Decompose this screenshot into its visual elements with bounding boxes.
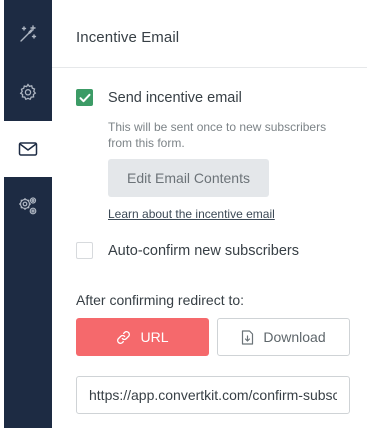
checkmark-icon: [79, 93, 90, 102]
redirect-url-input[interactable]: [76, 376, 350, 414]
incentive-email-panel: Incentive Email Send incentive email Thi…: [52, 0, 367, 428]
redirect-url-label: URL: [140, 329, 169, 345]
send-incentive-checkbox[interactable]: [76, 89, 93, 106]
link-icon: [117, 330, 131, 344]
sidebar-rail: [4, 0, 52, 428]
send-incentive-label: Send incentive email: [108, 89, 242, 106]
magic-wand-icon: [20, 25, 37, 42]
panel-header: Incentive Email: [52, 0, 367, 68]
sidebar-item-design[interactable]: [4, 8, 52, 60]
envelope-icon: [18, 142, 38, 156]
edit-email-contents-button[interactable]: Edit Email Contents: [108, 159, 269, 197]
auto-confirm-checkbox[interactable]: [76, 242, 93, 259]
gears-icon: [19, 197, 37, 215]
learn-incentive-email-link[interactable]: Learn about the incentive email: [108, 207, 275, 221]
sidebar-item-settings[interactable]: [4, 66, 52, 118]
redirect-download-button[interactable]: Download: [217, 318, 350, 356]
sidebar-item-advanced[interactable]: [4, 180, 52, 232]
auto-confirm-checkbox-row[interactable]: Auto-confirm new subscribers: [76, 242, 299, 259]
incentive-help-text: This will be sent once to new subscriber…: [108, 120, 327, 150]
sidebar-item-email[interactable]: [4, 121, 52, 177]
redirect-download-label: Download: [263, 329, 326, 345]
redirect-url-button[interactable]: URL: [76, 318, 209, 356]
file-download-icon: [242, 329, 254, 345]
page-title: Incentive Email: [76, 29, 180, 46]
send-incentive-checkbox-row[interactable]: Send incentive email: [76, 89, 242, 106]
redirect-label: After confirming redirect to:: [76, 292, 245, 308]
auto-confirm-label: Auto-confirm new subscribers: [108, 242, 299, 259]
gear-icon: [19, 83, 37, 101]
